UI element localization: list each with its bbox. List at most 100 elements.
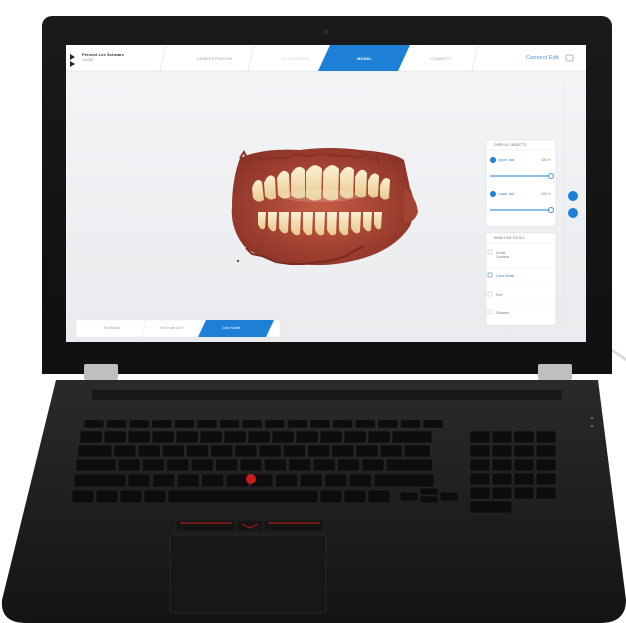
keyboard-key[interactable] (331, 444, 355, 458)
keyboard-key[interactable] (117, 458, 141, 472)
numpad-key[interactable] (491, 486, 513, 500)
enter-key[interactable] (386, 458, 433, 472)
keyboard-key[interactable] (367, 430, 391, 444)
numpad-key[interactable] (513, 472, 535, 486)
keyboard-key[interactable] (361, 458, 385, 472)
tool-color-model[interactable]: Color Model (496, 274, 514, 278)
left-click-button[interactable] (175, 519, 237, 533)
keyboard-key[interactable] (354, 419, 376, 429)
arrow-right-key[interactable] (439, 491, 459, 502)
keyboard-key[interactable] (275, 473, 298, 488)
spacebar[interactable] (167, 489, 319, 504)
tool-model-contacts[interactable]: Model Contacts (496, 251, 518, 259)
keyboard-key[interactable] (319, 430, 343, 444)
keyboard-key[interactable] (239, 458, 263, 472)
keyboard-key[interactable] (215, 458, 238, 472)
numpad-key[interactable] (469, 458, 491, 472)
connect-edit-link[interactable]: Connect Edit (526, 55, 559, 61)
keyboard-key[interactable] (241, 419, 263, 429)
left-shift-key[interactable] (73, 473, 127, 488)
keyboard-key[interactable] (355, 444, 379, 458)
numpad-key[interactable] (469, 486, 491, 500)
keyboard-key[interactable] (309, 419, 331, 429)
prtsc-key[interactable] (343, 489, 367, 504)
numpad-key[interactable] (491, 430, 513, 444)
keyboard-key[interactable] (83, 419, 105, 429)
step-acquisition[interactable]: ACQUISITION (282, 56, 309, 61)
keyboard-key[interactable] (299, 473, 323, 488)
keyboard-key[interactable] (377, 419, 399, 429)
keyboard-key[interactable] (175, 430, 199, 444)
arrow-up-key[interactable] (419, 487, 439, 496)
numpad-key[interactable] (469, 472, 491, 486)
keyboard-key[interactable] (349, 473, 372, 488)
alt-gr-key[interactable] (319, 489, 343, 504)
keyboard-key[interactable] (201, 473, 225, 488)
ctrl-key[interactable] (95, 489, 119, 504)
trackpoint[interactable] (246, 474, 256, 484)
keyboard-key[interactable] (283, 444, 306, 458)
bottom-tab-edit-model[interactable]: Edit Model (104, 326, 120, 330)
keyboard-key[interactable] (186, 444, 209, 458)
keyboard-key[interactable] (288, 458, 312, 472)
keyboard-key[interactable] (142, 458, 165, 472)
keyboard-key[interactable] (79, 430, 103, 444)
step-connect[interactable]: CONNECT (431, 56, 451, 61)
tool-size[interactable]: Size (496, 293, 503, 297)
keyboard-key[interactable] (210, 444, 234, 458)
right-shift-key[interactable] (373, 473, 435, 488)
numpad-key[interactable] (535, 444, 557, 458)
keyboard-key[interactable] (176, 473, 200, 488)
step-administration[interactable]: ADMINISTRATION (197, 56, 232, 61)
backspace-key[interactable] (391, 430, 433, 444)
numpad-key[interactable] (513, 458, 535, 472)
keyboard-key[interactable] (332, 419, 353, 429)
keyboard-key[interactable] (247, 430, 271, 444)
keyboard-key[interactable] (295, 430, 319, 444)
keyboard-key[interactable] (337, 458, 360, 472)
numpad-0-key[interactable] (469, 500, 513, 514)
alt-key[interactable] (143, 489, 167, 504)
ctrl-right-key[interactable] (367, 489, 391, 504)
keyboard-key[interactable] (199, 430, 223, 444)
keyboard-key[interactable] (137, 444, 161, 458)
numpad-key[interactable] (535, 458, 557, 472)
middle-click-button[interactable] (235, 519, 265, 533)
keyboard-key[interactable] (113, 444, 137, 458)
numpad-key[interactable] (513, 444, 535, 458)
keyboard-key[interactable] (151, 419, 173, 429)
numpad-key[interactable] (513, 486, 535, 500)
win-key[interactable] (119, 489, 143, 504)
bottom-tab-set-model-arch[interactable]: Set Model Arch (160, 326, 183, 330)
keyboard-key[interactable] (162, 444, 185, 458)
keyboard-key[interactable] (106, 419, 127, 429)
keyboard[interactable] (71, 419, 557, 514)
keyboard-key[interactable] (223, 430, 247, 444)
numpad-key[interactable] (491, 444, 513, 458)
keyboard-key[interactable] (127, 473, 151, 488)
keyboard-key[interactable] (258, 444, 282, 458)
right-click-button[interactable] (263, 519, 325, 533)
keyboard-key[interactable] (264, 419, 286, 429)
touchpad[interactable] (169, 534, 327, 614)
keyboard-key[interactable] (103, 430, 127, 444)
keyboard-key[interactable] (324, 473, 348, 488)
numpad-key[interactable] (491, 472, 513, 486)
keyboard-key[interactable] (234, 444, 258, 458)
keyboard-key[interactable] (219, 419, 240, 429)
keyboard-key[interactable] (379, 444, 403, 458)
keyboard-key[interactable] (307, 444, 330, 458)
keyboard-key[interactable] (196, 419, 218, 429)
numpad-key[interactable] (491, 458, 513, 472)
keyboard-key[interactable] (400, 419, 421, 429)
keyboard-key[interactable] (127, 430, 151, 444)
numpad-key[interactable] (535, 486, 557, 500)
numpad-key[interactable] (535, 430, 557, 444)
keyboard-key[interactable] (128, 419, 150, 429)
bottom-tab-color-model[interactable]: Color Model (222, 326, 240, 330)
keyboard-key[interactable] (174, 419, 195, 429)
keyboard-key[interactable] (226, 473, 249, 488)
arrow-down-key[interactable] (419, 495, 439, 504)
fn-key[interactable] (71, 489, 95, 504)
numpad-key[interactable] (469, 444, 491, 458)
